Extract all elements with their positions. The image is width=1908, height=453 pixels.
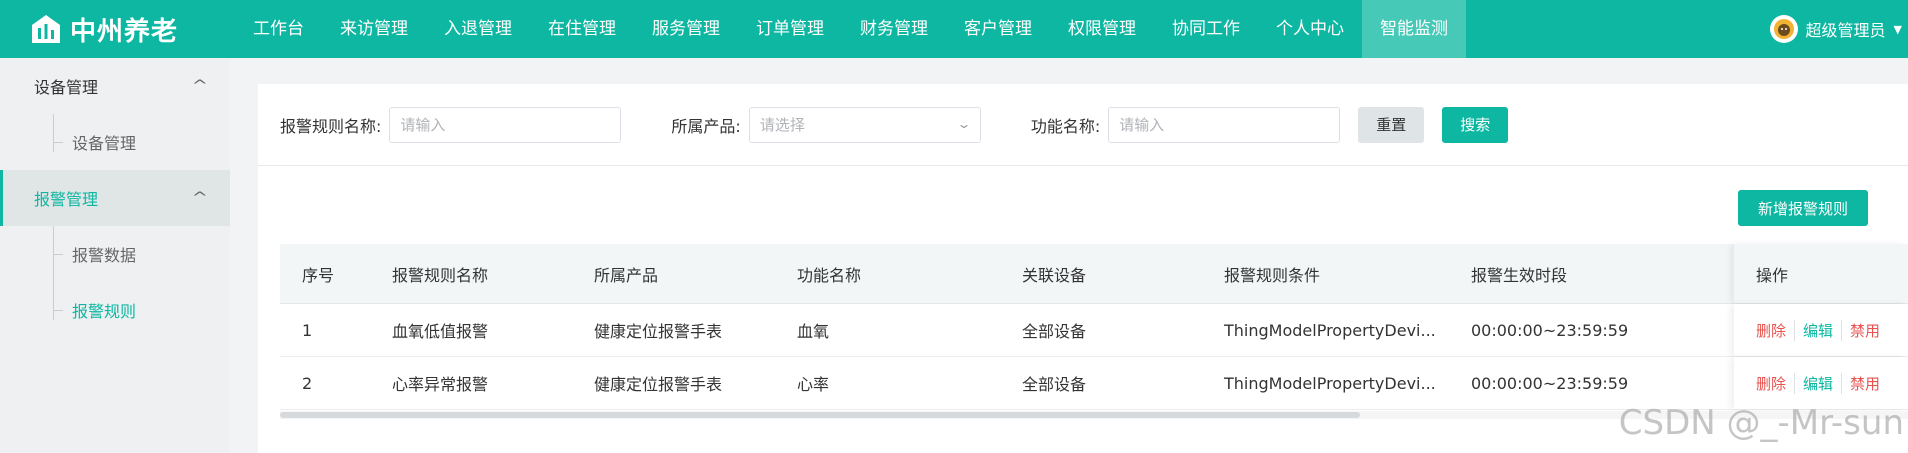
table-header: 序号 报警规则名称 所属产品 功能名称 关联设备 报警规则条件 报警生效时段 操作 [280, 244, 1908, 304]
table-cell: 健康定位报警手表 [594, 322, 723, 341]
chevron-up-icon: ^ [191, 190, 209, 206]
nav-item-5[interactable]: 订单管理 [738, 0, 842, 58]
table-cell: ThingModelPropertyDevi... [1224, 373, 1436, 393]
alarm-rules-table: 序号 报警规则名称 所属产品 功能名称 关联设备 报警规则条件 报警生效时段 操作 1 血氧低值报… [280, 244, 1908, 410]
sidebar-item-0-0[interactable]: 设备管理 [0, 114, 230, 170]
column-header: 报警规则名称 [392, 265, 489, 285]
watermark: CSDN @_-Mr-sun [1618, 403, 1904, 443]
table-cell: 00:00:00~23:59:59 [1471, 373, 1629, 393]
table-cell: 全部设备 [1022, 322, 1087, 341]
row-actions: 删除 编辑 禁用 [1734, 357, 1908, 409]
nav-item-4[interactable]: 服务管理 [634, 0, 738, 58]
nav-item-7[interactable]: 客户管理 [946, 0, 1050, 58]
search-form: 报警规则名称: 所属产品: ⌄ 功能名称: 重置 搜索 [258, 84, 1908, 166]
user-name: 超级管理员 [1805, 21, 1886, 40]
table-cell: 2 [302, 373, 313, 393]
table-cell: 00:00:00~23:59:59 [1471, 320, 1629, 340]
sidebar-submenu: 报警数据 报警规则 [0, 226, 230, 338]
rule-name-label: 报警规则名称: [280, 116, 382, 136]
sidebar-submenu: 设备管理 [0, 114, 230, 170]
disable-link[interactable]: 禁用 [1841, 319, 1888, 341]
add-alarm-rule-button[interactable]: 新增报警规则 [1737, 190, 1868, 226]
sidebar-group-label: 设备管理 [34, 78, 99, 97]
nav-item-8[interactable]: 权限管理 [1050, 0, 1154, 58]
reset-button[interactable]: 重置 [1358, 106, 1425, 143]
table-cell: 血氧 [797, 322, 830, 341]
column-header: 报警规则条件 [1224, 265, 1321, 285]
column-header: 序号 [302, 265, 335, 285]
table-row: 1 血氧低值报警 健康定位报警手表 血氧 全部设备 ThingModelPropertyD… [280, 304, 1908, 357]
column-header: 所属产品 [594, 265, 659, 285]
table-cell: 血氧低值报警 [392, 322, 489, 341]
chevron-up-icon: ^ [191, 78, 209, 94]
logo-text: 中州养老 [70, 16, 179, 47]
search-button[interactable]: 搜索 [1442, 106, 1509, 143]
function-label: 功能名称: [1030, 116, 1101, 136]
table-cell: ThingModelPropertyDevi... [1224, 320, 1436, 340]
column-header: 功能名称 [797, 265, 862, 285]
edit-link[interactable]: 编辑 [1794, 372, 1841, 394]
nav-item-6[interactable]: 财务管理 [842, 0, 946, 58]
sidebar-group-1[interactable]: 报警管理 ^ [0, 170, 230, 226]
sidebar-group-label: 报警管理 [34, 190, 99, 209]
nav-item-3[interactable]: 在住管理 [530, 0, 634, 58]
column-header: 报警生效时段 [1471, 265, 1568, 285]
row-actions: 删除 编辑 禁用 [1734, 304, 1908, 356]
chevron-down-icon: ▼ [1893, 22, 1902, 36]
edit-link[interactable]: 编辑 [1794, 319, 1841, 341]
nav-item-0[interactable]: 工作台 [235, 0, 322, 58]
logo-icon [32, 15, 60, 43]
disable-link[interactable]: 禁用 [1841, 372, 1888, 394]
scrollbar-thumb[interactable] [280, 412, 1360, 418]
function-input[interactable] [1108, 106, 1341, 143]
nav-item-9[interactable]: 协同工作 [1154, 0, 1258, 58]
table-cell: 心率 [797, 375, 830, 394]
user-menu[interactable]: 超级管理员 ▼ [1769, 0, 1908, 58]
rule-name-input[interactable] [389, 106, 622, 143]
sidebar-item-1-0[interactable]: 报警数据 [0, 226, 230, 282]
sidebar: 设备管理 ^ 设备管理报警管理 ^ 报警数据 报警规则 [0, 58, 230, 453]
table-cell: 1 [302, 320, 313, 340]
table-cell: 心率异常报警 [392, 375, 489, 394]
main-panel: 报警规则名称: 所属产品: ⌄ 功能名称: 重置 搜索 新增报警规则 序号 报警规… [258, 84, 1908, 453]
column-header: 关联设备 [1022, 265, 1087, 285]
app-logo[interactable]: 中州养老 [0, 11, 235, 48]
sidebar-group-0[interactable]: 设备管理 ^ [0, 58, 230, 114]
avatar [1769, 15, 1798, 43]
nav-item-1[interactable]: 来访管理 [322, 0, 426, 58]
table-cell: 全部设备 [1022, 375, 1087, 394]
product-label: 所属产品: [671, 116, 741, 136]
nav-item-10[interactable]: 个人中心 [1258, 0, 1362, 58]
delete-link[interactable]: 删除 [1756, 320, 1794, 341]
column-header: 操作 [1734, 244, 1908, 303]
product-select[interactable]: ⌄ [748, 106, 981, 143]
table-cell: 健康定位报警手表 [594, 375, 723, 394]
product-select-input[interactable] [748, 106, 981, 143]
top-navbar: 中州养老 工作台 来访管理 入退管理 在住管理 服务管理 订单管理 财务管理 客户管理 权限管理… [0, 0, 1908, 58]
nav-item-11[interactable]: 智能监测 [1362, 0, 1466, 58]
main-nav: 工作台 来访管理 入退管理 在住管理 服务管理 订单管理 财务管理 客户管理 权限管理 协同工作个… [235, 0, 1466, 58]
delete-link[interactable]: 删除 [1756, 373, 1794, 394]
user-avatar-icon [1773, 19, 1794, 39]
nav-item-2[interactable]: 入退管理 [426, 0, 530, 58]
sidebar-item-1-1[interactable]: 报警规则 [0, 282, 230, 338]
